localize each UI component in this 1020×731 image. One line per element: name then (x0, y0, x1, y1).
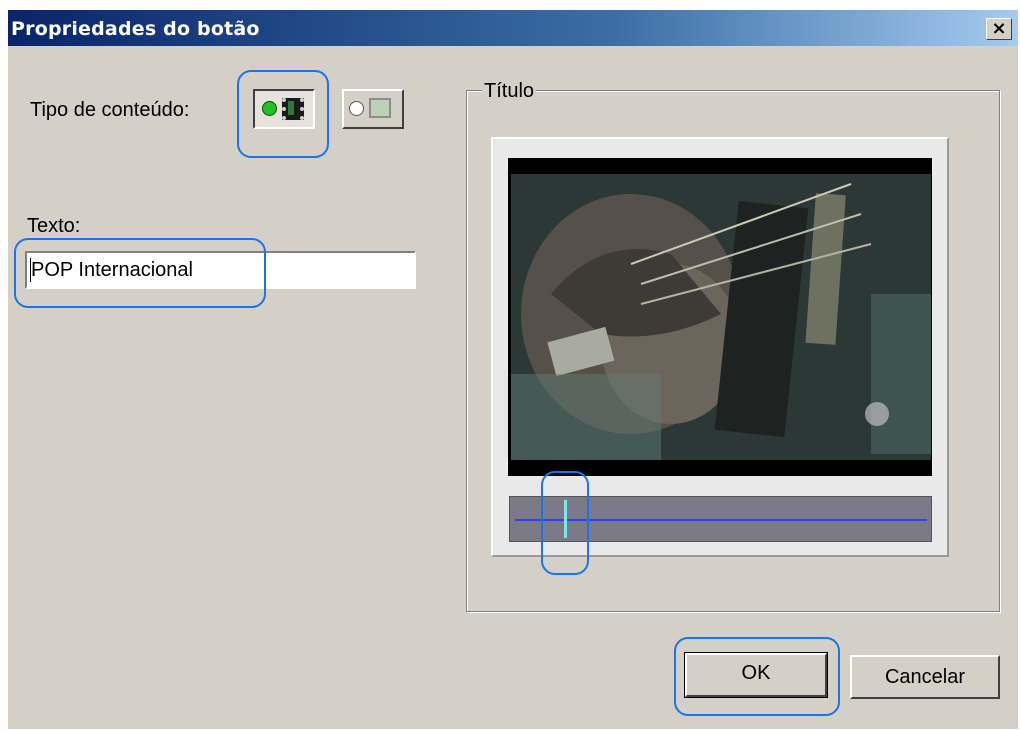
film-icon (282, 98, 304, 120)
video-timeline[interactable] (509, 496, 932, 542)
timeline-playhead[interactable] (564, 500, 567, 538)
timeline-track (515, 519, 927, 521)
window-title: Propriedades do botão (11, 18, 260, 40)
text-caret (30, 258, 31, 282)
content-type-label: Tipo de conteúdo: (30, 99, 190, 121)
video-frame-image (511, 174, 931, 460)
content-type-video-button[interactable] (253, 89, 315, 129)
title-group-label: Título (482, 80, 537, 103)
title-bar: Propriedades do botão × (8, 10, 1018, 46)
video-preview (508, 158, 932, 476)
image-icon (369, 98, 391, 118)
empty-dot-icon (349, 101, 364, 116)
button-properties-dialog: Propriedades do botão × Tipo de conteúdo… (8, 10, 1018, 729)
ok-button-label: OK (741, 662, 771, 684)
text-label: Texto: (27, 215, 81, 237)
ok-button[interactable]: OK (684, 652, 828, 698)
text-input[interactable]: POP Internacional (25, 251, 416, 289)
close-button[interactable]: × (986, 18, 1012, 40)
cancel-button-label: Cancelar (884, 666, 966, 688)
content-type-image-button[interactable] (342, 89, 404, 129)
text-input-value: POP Internacional (31, 259, 193, 281)
cancel-button[interactable]: Cancelar (850, 655, 1000, 699)
green-dot-icon (262, 101, 277, 116)
video-frame-drawing (511, 174, 931, 460)
